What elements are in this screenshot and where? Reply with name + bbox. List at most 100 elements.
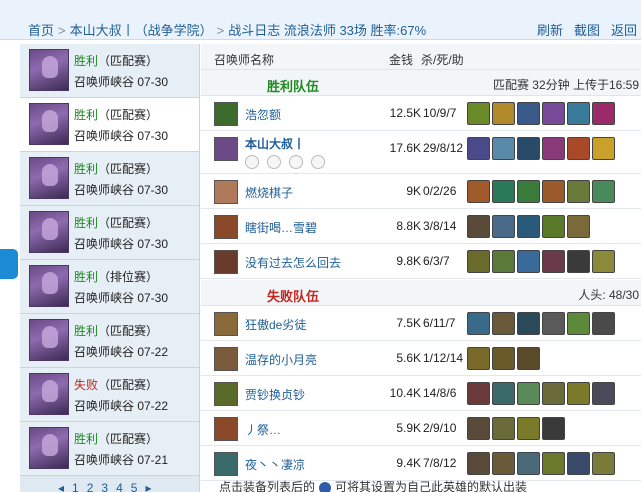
player-row[interactable]: 瞎街喝…雪碧 8.8K 3/8/14 — [201, 210, 641, 244]
item-icon[interactable] — [467, 452, 490, 475]
match-list-item[interactable]: 胜利（匹配赛） 召唤师峡谷 07-30 — [20, 44, 199, 98]
item-icon[interactable] — [492, 137, 515, 160]
item-icon[interactable] — [467, 102, 490, 125]
player-row[interactable]: 本山大叔丨 17.6K 29/8/12 — [201, 132, 641, 174]
player-row[interactable]: 温存的小月亮 5.6K 1/12/14 — [201, 342, 641, 376]
match-list-item[interactable]: 胜利（匹配赛） 召唤师峡谷 07-21 — [20, 422, 199, 476]
item-icon[interactable] — [542, 102, 565, 125]
match-list-item[interactable]: 失败（匹配赛） 召唤师峡谷 07-22 — [20, 368, 199, 422]
item-icon[interactable] — [542, 312, 565, 335]
breadcrumb-home[interactable]: 首页 — [28, 23, 54, 38]
item-icon[interactable] — [567, 102, 590, 125]
item-icon[interactable] — [467, 137, 490, 160]
set-default-build-icon[interactable] — [319, 481, 332, 492]
item-icon[interactable] — [517, 215, 540, 238]
champion-icon[interactable] — [214, 102, 238, 126]
item-icon[interactable] — [492, 250, 515, 273]
player-name[interactable]: 夜丶丶凄凉 — [245, 456, 305, 473]
breadcrumb-player[interactable]: 本山大叔丨（战争学院） — [70, 23, 213, 38]
item-icon[interactable] — [567, 452, 590, 475]
player-name[interactable]: 浩忽额 — [245, 106, 281, 123]
item-icon[interactable] — [567, 180, 590, 203]
champion-icon[interactable] — [214, 347, 238, 371]
item-icon[interactable] — [592, 250, 615, 273]
player-name[interactable]: 丿祭… — [245, 421, 281, 438]
champion-icon[interactable] — [214, 215, 238, 239]
item-icon[interactable] — [592, 180, 615, 203]
player-row[interactable]: 丿祭… 5.9K 2/9/10 — [201, 412, 641, 446]
item-icon[interactable] — [517, 347, 540, 370]
match-list-item[interactable]: 胜利（排位赛） 召唤师峡谷 07-30 — [20, 260, 199, 314]
item-icon[interactable] — [542, 382, 565, 405]
item-icon[interactable] — [592, 137, 615, 160]
item-icon[interactable] — [542, 180, 565, 203]
side-collapse-tab[interactable] — [0, 249, 18, 279]
item-icon[interactable] — [517, 250, 540, 273]
player-row[interactable]: 浩忽额 12.5K 10/9/7 — [201, 97, 641, 131]
item-icon[interactable] — [467, 250, 490, 273]
item-icon[interactable] — [492, 215, 515, 238]
item-icon[interactable] — [567, 312, 590, 335]
item-icon[interactable] — [467, 180, 490, 203]
champion-icon[interactable] — [214, 312, 238, 336]
refresh-button[interactable]: 刷新 — [537, 23, 563, 38]
item-icon[interactable] — [542, 452, 565, 475]
match-list-item[interactable]: 胜利（匹配赛） 召唤师峡谷 07-22 — [20, 314, 199, 368]
item-icon[interactable] — [492, 102, 515, 125]
player-name[interactable]: 温存的小月亮 — [245, 351, 317, 368]
player-row[interactable]: 狂傲de劣徒 7.5K 6/11/7 — [201, 307, 641, 341]
item-icon[interactable] — [492, 452, 515, 475]
player-name[interactable]: 没有过去怎么回去 — [245, 254, 341, 271]
player-name[interactable]: 燃烧棋子 — [245, 184, 293, 201]
back-button[interactable]: 返回 — [611, 23, 637, 38]
champion-icon[interactable] — [214, 180, 238, 204]
item-icon[interactable] — [542, 417, 565, 440]
item-icon[interactable] — [467, 215, 490, 238]
player-name[interactable]: 瞎街喝…雪碧 — [245, 219, 317, 236]
player-row[interactable]: 没有过去怎么回去 9.8K 6/3/7 — [201, 245, 641, 279]
player-row[interactable]: 燃烧棋子 9K 0/2/26 — [201, 175, 641, 209]
player-name[interactable]: 本山大叔丨 — [245, 135, 305, 152]
champion-icon[interactable] — [214, 452, 238, 476]
champion-icon[interactable] — [214, 137, 238, 161]
item-icon[interactable] — [517, 417, 540, 440]
item-icon[interactable] — [542, 215, 565, 238]
pager-prev-icon[interactable]: ◂ — [58, 481, 64, 492]
item-icon[interactable] — [567, 250, 590, 273]
screenshot-button[interactable]: 截图 — [574, 23, 600, 38]
item-icon[interactable] — [517, 452, 540, 475]
item-icon[interactable] — [592, 102, 615, 125]
item-icon[interactable] — [467, 382, 490, 405]
pager-next-icon[interactable]: ▸ — [145, 481, 151, 492]
item-icon[interactable] — [492, 180, 515, 203]
player-name[interactable]: 贾钞换贞钞 — [245, 386, 305, 403]
match-list-item[interactable]: 胜利（匹配赛） 召唤师峡谷 07-30 — [20, 206, 199, 260]
item-icon[interactable] — [492, 347, 515, 370]
item-icon[interactable] — [517, 180, 540, 203]
champion-icon[interactable] — [214, 417, 238, 441]
player-row[interactable]: 贾钞换贞钞 10.4K 14/8/6 — [201, 377, 641, 411]
item-icon[interactable] — [542, 250, 565, 273]
item-icon[interactable] — [517, 382, 540, 405]
item-icon[interactable] — [592, 452, 615, 475]
pager-page[interactable]: 2 — [87, 481, 94, 492]
player-name[interactable]: 狂傲de劣徒 — [245, 316, 306, 333]
champion-icon[interactable] — [214, 382, 238, 406]
item-icon[interactable] — [467, 347, 490, 370]
pager-page[interactable]: 4 — [116, 481, 123, 492]
item-icon[interactable] — [492, 417, 515, 440]
player-row[interactable]: 夜丶丶凄凉 9.4K 7/8/12 — [201, 447, 641, 481]
item-icon[interactable] — [492, 382, 515, 405]
item-icon[interactable] — [517, 137, 540, 160]
item-icon[interactable] — [467, 312, 490, 335]
item-icon[interactable] — [517, 102, 540, 125]
pager-page[interactable]: 1 — [72, 481, 79, 492]
item-icon[interactable] — [517, 312, 540, 335]
item-icon[interactable] — [467, 417, 490, 440]
item-icon[interactable] — [567, 215, 590, 238]
item-icon[interactable] — [592, 312, 615, 335]
item-icon[interactable] — [542, 137, 565, 160]
item-icon[interactable] — [492, 312, 515, 335]
item-icon[interactable] — [592, 382, 615, 405]
champion-icon[interactable] — [214, 250, 238, 274]
